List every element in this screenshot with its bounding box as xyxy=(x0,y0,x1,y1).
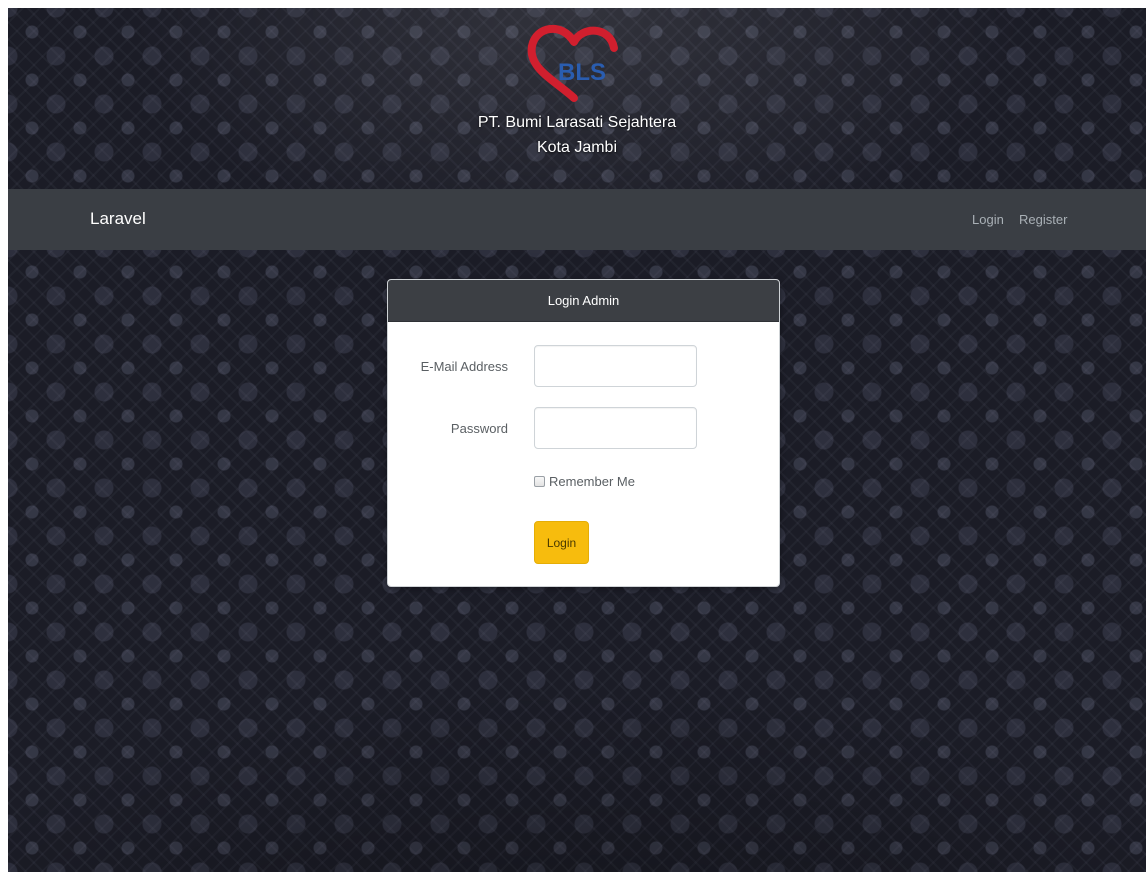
password-input[interactable] xyxy=(534,407,697,449)
checkbox-icon[interactable] xyxy=(534,475,545,487)
email-input[interactable] xyxy=(534,345,697,387)
remember-me-checkbox[interactable]: Remember Me xyxy=(534,472,635,490)
nav-register-link[interactable]: Register xyxy=(1019,212,1067,227)
company-logo: BLS xyxy=(527,24,618,102)
nav-login-link[interactable]: Login xyxy=(972,212,1004,227)
password-label: Password xyxy=(450,421,508,436)
brand-header: BLS PT. Bumi Larasati Sejahtera Kota Jam… xyxy=(8,8,1146,189)
logo-text: BLS xyxy=(558,59,606,86)
login-panel: Login Admin E-Mail Address Password Reme… xyxy=(387,279,780,587)
company-name: PT. Bumi Larasati Sejahtera xyxy=(477,114,677,131)
company-city: Kota Jambi xyxy=(536,139,618,156)
panel-heading: Login Admin xyxy=(388,280,779,322)
page-background: BLS PT. Bumi Larasati Sejahtera Kota Jam… xyxy=(8,8,1146,872)
login-submit-button[interactable]: Login xyxy=(534,521,589,564)
remember-me-label: Remember Me xyxy=(549,473,635,489)
navbar-brand-link[interactable]: Laravel xyxy=(90,209,146,229)
top-navbar: Laravel Login Register xyxy=(8,189,1146,250)
panel-title: Login Admin xyxy=(547,293,620,308)
email-label: E-Mail Address xyxy=(420,359,508,374)
